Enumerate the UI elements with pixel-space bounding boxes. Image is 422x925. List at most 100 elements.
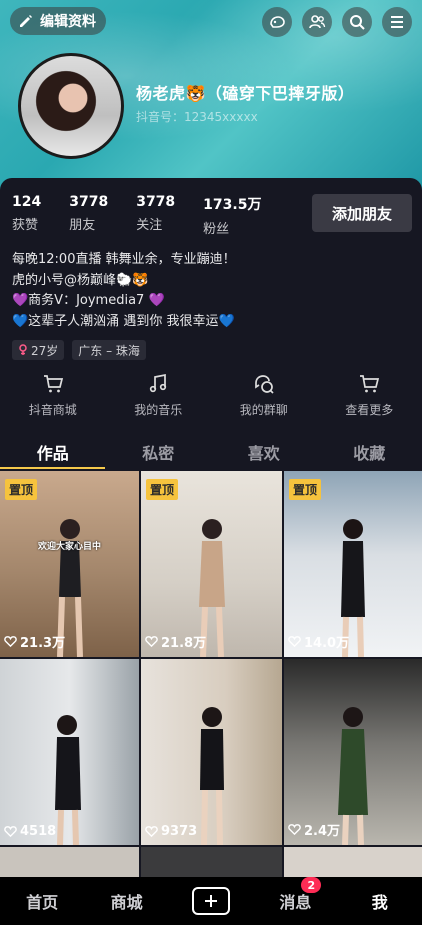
quick-links: 抖音商城 我的音乐 我的群聊 查看更多: [0, 373, 422, 418]
video-likes: 21.3万: [4, 632, 65, 651]
stat-value: 173.5万: [203, 197, 262, 213]
visitor-icon[interactable]: [262, 7, 292, 37]
video-thumbnail[interactable]: 9373: [141, 659, 282, 845]
heart-icon: [145, 636, 158, 648]
stat-following[interactable]: 3778 关注: [136, 194, 175, 237]
video-likes: 4518: [4, 824, 56, 839]
heart-icon: [4, 636, 17, 648]
video-likes-count: 21.3万: [20, 636, 66, 651]
stats-row: 124 获赞 3778 朋友 3778 关注 173.5万 粉丝: [12, 194, 289, 237]
quick-link-label: 抖音商城: [28, 403, 77, 417]
friends-icon[interactable]: [302, 7, 332, 37]
video-likes-count: 14.0万: [304, 636, 350, 651]
stat-value: 124: [12, 194, 42, 210]
quick-link-groups[interactable]: 我的群聊: [211, 373, 317, 418]
bio-line: 💙这辈子人潮汹涌 遇到你 我很幸运💙: [12, 313, 235, 329]
quick-link-label: 我的群聊: [239, 403, 288, 417]
pinned-badge: 置顶: [289, 479, 322, 500]
nav-home[interactable]: 首页: [12, 889, 72, 913]
video-thumbnail[interactable]: 4518: [0, 659, 139, 845]
heart-icon: [145, 826, 158, 838]
tab-private[interactable]: 私密: [106, 436, 212, 470]
bio: 每晚12:00直播 韩舞业余，专业蹦迪！ 虎的小号@杨巅峰🐑🐯 💜商务V：Joy…: [12, 250, 236, 332]
video-likes: 9373: [145, 824, 197, 839]
video-likes: 2.4万: [288, 820, 340, 839]
profile-panel: 124 获赞 3778 朋友 3778 关注 173.5万 粉丝 添加朋友 每晚…: [0, 178, 422, 470]
bio-line[interactable]: 虎的小号@杨巅峰🐑🐯: [12, 271, 236, 292]
female-icon: [19, 344, 27, 355]
bio-line: 每晚12:00直播 韩舞业余，专业蹦迪！: [12, 252, 236, 267]
video-likes-count: 9373: [161, 824, 198, 839]
nav-create[interactable]: [181, 887, 241, 915]
group-chat-icon: [254, 375, 274, 394]
stat-label: 朋友: [69, 218, 96, 233]
nav-mall[interactable]: 商城: [97, 889, 157, 913]
video-thumbnail[interactable]: [141, 847, 282, 877]
nav-messages-label: 消息: [279, 893, 312, 912]
heart-icon: [288, 824, 301, 836]
video-thumbnail[interactable]: 2.4万: [284, 659, 422, 845]
bottom-nav: 首页 商城 消息 2 我: [0, 877, 422, 925]
quick-link-label: 查看更多: [345, 403, 394, 417]
video-thumbnail[interactable]: [0, 847, 139, 877]
plus-icon: [191, 887, 230, 915]
stat-friends[interactable]: 3778 朋友: [69, 194, 108, 237]
tab-works[interactable]: 作品: [0, 436, 106, 470]
age-tag-text: 27岁: [31, 343, 59, 358]
content-tabs: 作品 私密 喜欢 收藏: [0, 436, 422, 470]
stat-followers[interactable]: 173.5万 粉丝: [203, 194, 261, 237]
profile-name: 杨老虎🐯（磕穿下巴摔牙版）: [136, 84, 355, 103]
active-tab-indicator: [0, 467, 105, 469]
person-silhouette: [54, 715, 81, 845]
add-friend-button[interactable]: 添加朋友: [312, 194, 412, 232]
person-silhouette: [199, 707, 224, 845]
music-note-icon: [150, 373, 167, 393]
unread-badge: 2: [301, 877, 322, 893]
search-icon[interactable]: [342, 7, 372, 37]
bio-line: 💜商务V：Joymedia7 💜: [12, 293, 165, 308]
video-thumbnail[interactable]: 置顶 14.0万: [284, 471, 422, 657]
cart-more-icon: [360, 375, 380, 393]
pencil-icon: [20, 15, 32, 27]
video-grid: 置顶 欢迎大家心目中 21.3万 置顶 21.8万 置顶 14.0万 4518: [0, 471, 422, 845]
video-likes: 21.8万: [145, 632, 206, 651]
tab-liked[interactable]: 喜欢: [211, 436, 317, 470]
video-thumbnail[interactable]: 置顶 欢迎大家心目中 21.3万: [0, 471, 139, 657]
quick-link-more[interactable]: 查看更多: [317, 373, 422, 418]
pinned-badge: 置顶: [5, 479, 38, 500]
heart-icon: [288, 636, 301, 648]
video-likes-count: 4518: [20, 824, 57, 839]
nav-me[interactable]: 我: [350, 889, 410, 913]
profile-tags: 27岁 广东 – 珠海: [12, 340, 146, 360]
stat-label: 粉丝: [203, 222, 230, 237]
tab-favorites[interactable]: 收藏: [317, 436, 422, 470]
pinned-badge: 置顶: [146, 479, 179, 500]
nav-messages[interactable]: 消息 2: [265, 877, 325, 913]
stat-likes[interactable]: 124 获赞: [12, 194, 41, 237]
menu-icon[interactable]: [382, 7, 412, 37]
profile-banner: 编辑资料 杨老虎🐯（磕穿下巴摔牙版） 抖音号：12345xxxxx: [0, 0, 422, 190]
video-caption: 欢迎大家心目中: [38, 542, 102, 552]
stat-label: 关注: [136, 218, 163, 233]
avatar[interactable]: [18, 53, 124, 159]
quick-link-music[interactable]: 我的音乐: [106, 373, 212, 418]
video-likes: 14.0万: [288, 632, 349, 651]
quick-link-label: 我的音乐: [134, 403, 183, 417]
video-likes-count: 2.4万: [304, 824, 341, 839]
video-thumbnail[interactable]: 置顶 21.8万: [141, 471, 282, 657]
video-thumbnail[interactable]: [284, 847, 422, 877]
stat-value: 3778: [69, 194, 109, 210]
age-tag: 27岁: [12, 340, 65, 360]
location-tag-text: 广东 – 珠海: [78, 343, 140, 358]
stat-value: 3778: [136, 194, 176, 210]
video-likes-count: 21.8万: [161, 636, 207, 651]
location-tag: 广东 – 珠海: [72, 340, 146, 360]
edit-profile-label: 编辑资料: [40, 14, 96, 30]
edit-profile-button[interactable]: 编辑资料: [10, 7, 106, 35]
video-row-partial: [0, 847, 422, 877]
heart-icon: [4, 826, 17, 838]
quick-link-shop[interactable]: 抖音商城: [0, 373, 106, 418]
cart-icon: [43, 375, 63, 393]
stat-label: 获赞: [12, 218, 39, 233]
profile-account-id: 抖音号：12345xxxxx: [136, 110, 258, 124]
